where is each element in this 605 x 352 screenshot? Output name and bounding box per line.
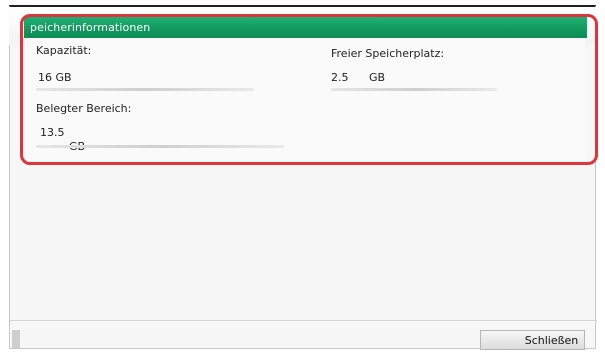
highlight-frame bbox=[20, 14, 598, 165]
footer-divider bbox=[10, 320, 597, 321]
close-button-label: Schließen bbox=[524, 333, 579, 347]
footer-grip bbox=[12, 330, 20, 348]
close-button[interactable]: Schließen bbox=[480, 330, 585, 350]
